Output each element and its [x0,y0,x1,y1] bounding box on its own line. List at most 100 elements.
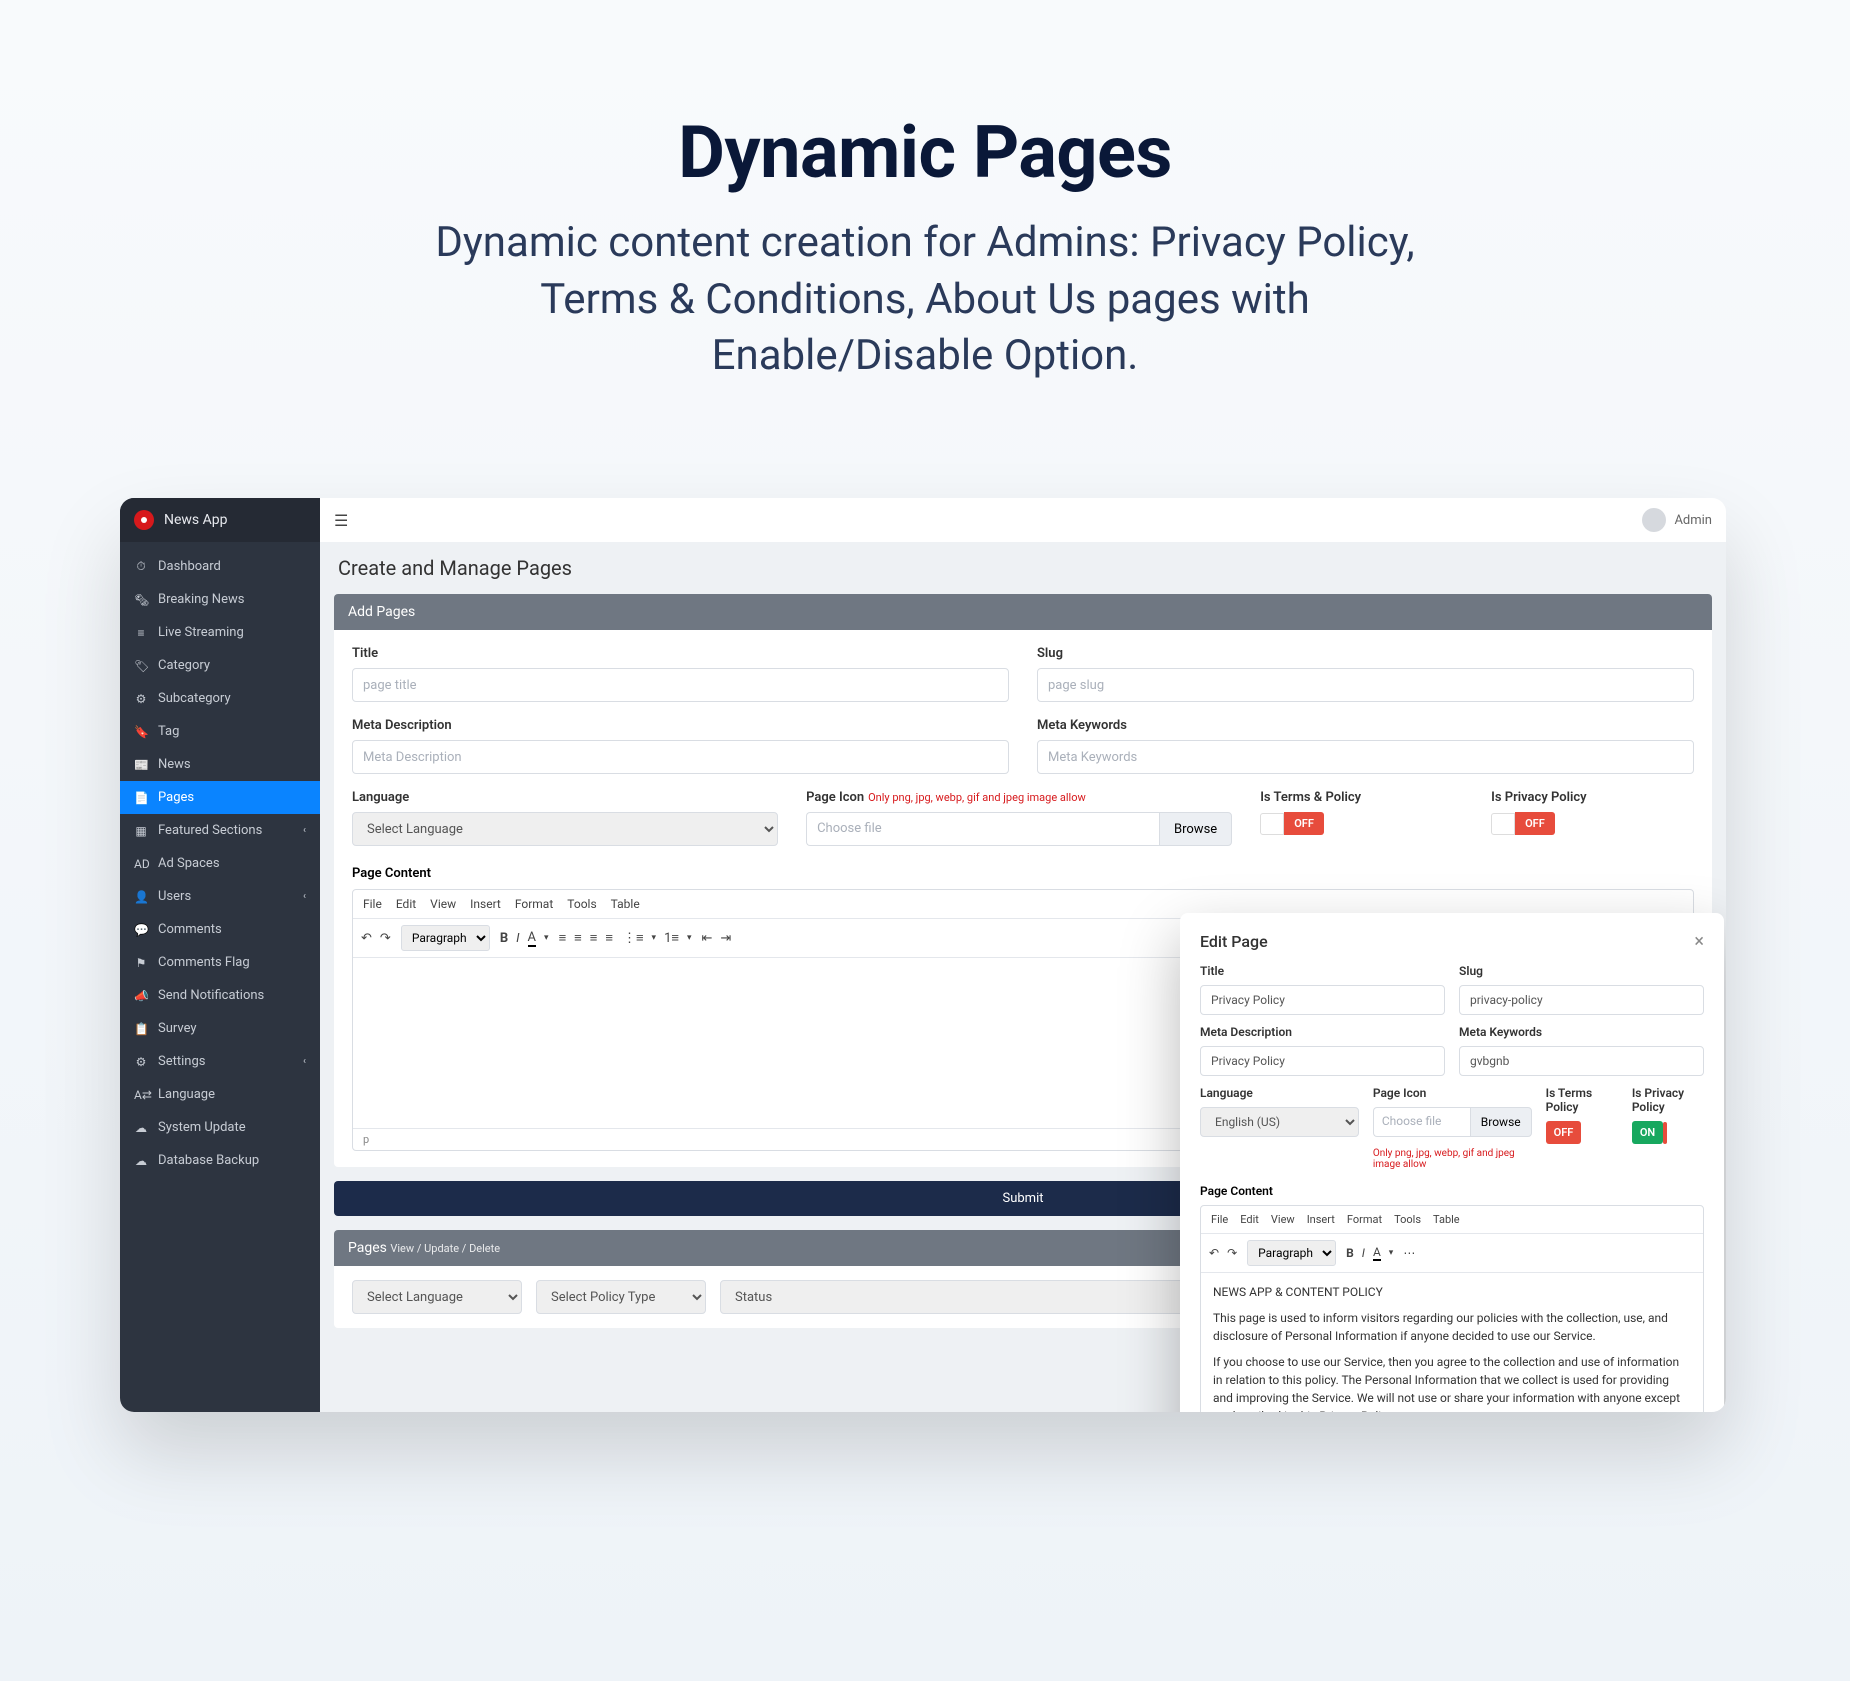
menu-format[interactable]: Format [1347,1213,1382,1226]
text-color-icon[interactable]: A [1373,1245,1381,1261]
title-input[interactable] [352,668,1009,702]
modal-editor-menubar[interactable]: File Edit View Insert Format Tools Table [1201,1206,1703,1234]
undo-icon[interactable]: ↶ [361,931,372,946]
meta-desc-label: Meta Description [352,718,1009,733]
sidebar-item-news[interactable]: 📰News [120,748,320,781]
modal-terms-toggle[interactable]: OFF [1546,1121,1618,1144]
modal-meta-kw-input[interactable] [1459,1046,1704,1076]
menu-table[interactable]: Table [611,897,640,911]
bold-icon[interactable]: B [500,931,508,946]
align-right-icon[interactable]: ≡ [590,930,598,946]
more-icon[interactable]: ⋯ [1403,1246,1415,1260]
menu-tools[interactable]: Tools [567,897,596,911]
modal-para-select[interactable]: Paragraph [1247,1240,1336,1266]
page-icon-file[interactable]: Choose file Browse [806,812,1232,846]
modal-title-input[interactable] [1200,985,1445,1015]
align-center-icon[interactable]: ≡ [574,930,582,946]
is-privacy-toggle[interactable]: OFF [1491,812,1694,835]
sidebar-item-system-update[interactable]: ☁System Update [120,1111,320,1144]
is-terms-toggle[interactable]: OFF [1260,812,1463,835]
menu-insert[interactable]: Insert [1307,1213,1335,1226]
menu-view[interactable]: View [1271,1213,1295,1226]
slug-input[interactable] [1037,668,1694,702]
sidebar-item-live-streaming[interactable]: ≡Live Streaming [120,616,320,649]
sidebar-item-survey[interactable]: 📋Survey [120,1012,320,1045]
filter-language[interactable]: Select Language [352,1280,522,1314]
modal-language-select[interactable]: English (US) [1200,1107,1359,1137]
menu-format[interactable]: Format [515,897,553,911]
sidebar-item-tag[interactable]: 🔖Tag [120,715,320,748]
paragraph-select[interactable]: Paragraph [401,925,490,951]
sidebar-item-breaking-news[interactable]: 🗞Breaking News [120,583,320,616]
outdent-icon[interactable]: ⇤ [702,931,713,946]
modal-editor-toolbar[interactable]: ↶↷ Paragraph BIA▾ ⋯ [1201,1234,1703,1273]
modal-meta-desc-input[interactable] [1200,1046,1445,1076]
brand-name: News App [164,512,228,528]
menu-view[interactable]: View [430,897,456,911]
sidebar-item-users[interactable]: 👤Users‹ [120,880,320,913]
number-list-icon[interactable]: 1≡ [664,930,679,946]
nav-icon: ☁ [134,1154,148,1168]
align-justify-icon[interactable]: ≡ [605,930,613,946]
nav-icon: 📋 [134,1022,148,1036]
menu-edit[interactable]: Edit [396,897,416,911]
text-color-icon[interactable]: A [528,930,536,947]
nav-icon: 👤 [134,890,148,904]
sidebar-item-subcategory[interactable]: ⚙Subcategory [120,682,320,715]
browse-button[interactable]: Browse [1159,812,1232,846]
italic-icon[interactable]: I [1362,1246,1365,1260]
language-label: Language [352,790,778,805]
nav-icon: ⏱ [134,559,148,574]
is-privacy-label: Is Privacy Policy [1491,790,1694,805]
meta-desc-input[interactable] [352,740,1009,774]
modal-slug-input[interactable] [1459,985,1704,1015]
sidebar-item-send-notifications[interactable]: 📣Send Notifications [120,979,320,1012]
hamburger-icon[interactable]: ☰ [334,511,348,530]
chevron-left-icon: ‹ [303,825,306,836]
modal-file-input[interactable]: Choose fileBrowse [1373,1107,1532,1137]
redo-icon[interactable]: ↷ [1227,1246,1237,1260]
sidebar-item-pages[interactable]: 📄Pages [120,781,320,814]
bold-icon[interactable]: B [1346,1246,1354,1260]
sidebar-item-featured-sections[interactable]: ▦Featured Sections‹ [120,814,320,847]
brand[interactable]: News App [120,498,320,542]
indent-icon[interactable]: ⇥ [720,931,731,946]
menu-file[interactable]: File [363,897,382,911]
sidebar-item-category[interactable]: 🏷Category [120,649,320,682]
sidebar-item-settings[interactable]: ⚙Settings‹ [120,1045,320,1078]
card-header: Add Pages [334,594,1712,630]
hero: Dynamic Pages Dynamic content creation f… [0,0,1850,445]
sidebar-item-language[interactable]: A⇄Language [120,1078,320,1111]
menu-insert[interactable]: Insert [470,897,501,911]
avatar-icon [1642,508,1666,532]
nav-icon: A⇄ [134,1088,148,1102]
redo-icon[interactable]: ↷ [380,931,391,946]
menu-file[interactable]: File [1211,1213,1228,1226]
sidebar-item-comments[interactable]: 💬Comments [120,913,320,946]
page-title: Create and Manage Pages [320,542,1726,594]
menu-edit[interactable]: Edit [1240,1213,1259,1226]
editor-path: p [363,1133,369,1146]
modal-editor-body[interactable]: NEWS APP & CONTENT POLICY This page is u… [1201,1273,1703,1412]
align-left-icon[interactable]: ≡ [559,930,567,946]
chevron-left-icon: ‹ [303,891,306,902]
bullet-list-icon[interactable]: ⋮≡ [623,930,644,946]
filter-policy-type[interactable]: Select Policy Type [536,1280,706,1314]
menu-table[interactable]: Table [1433,1213,1460,1226]
italic-icon[interactable]: I [516,931,519,946]
modal-privacy-toggle[interactable]: ON [1632,1121,1704,1144]
user-name: Admin [1674,513,1712,528]
sidebar-item-ad-spaces[interactable]: ADAd Spaces [120,847,320,880]
sidebar-item-comments-flag[interactable]: ⚑Comments Flag [120,946,320,979]
language-select[interactable]: Select Language [352,812,778,846]
user-menu[interactable]: Admin [1642,508,1712,532]
menu-tools[interactable]: Tools [1394,1213,1421,1226]
sidebar-item-dashboard[interactable]: ⏱Dashboard [120,550,320,583]
meta-kw-input[interactable] [1037,740,1694,774]
undo-icon[interactable]: ↶ [1209,1246,1219,1260]
sidebar-item-database-backup[interactable]: ☁Database Backup [120,1144,320,1177]
close-icon[interactable]: × [1694,931,1704,952]
edit-page-modal: Edit Page × Title Slug Meta Description … [1180,913,1724,1412]
nav-icon: 🔖 [134,725,148,739]
hero-subtitle: Dynamic content creation for Admins: Pri… [0,215,1850,385]
